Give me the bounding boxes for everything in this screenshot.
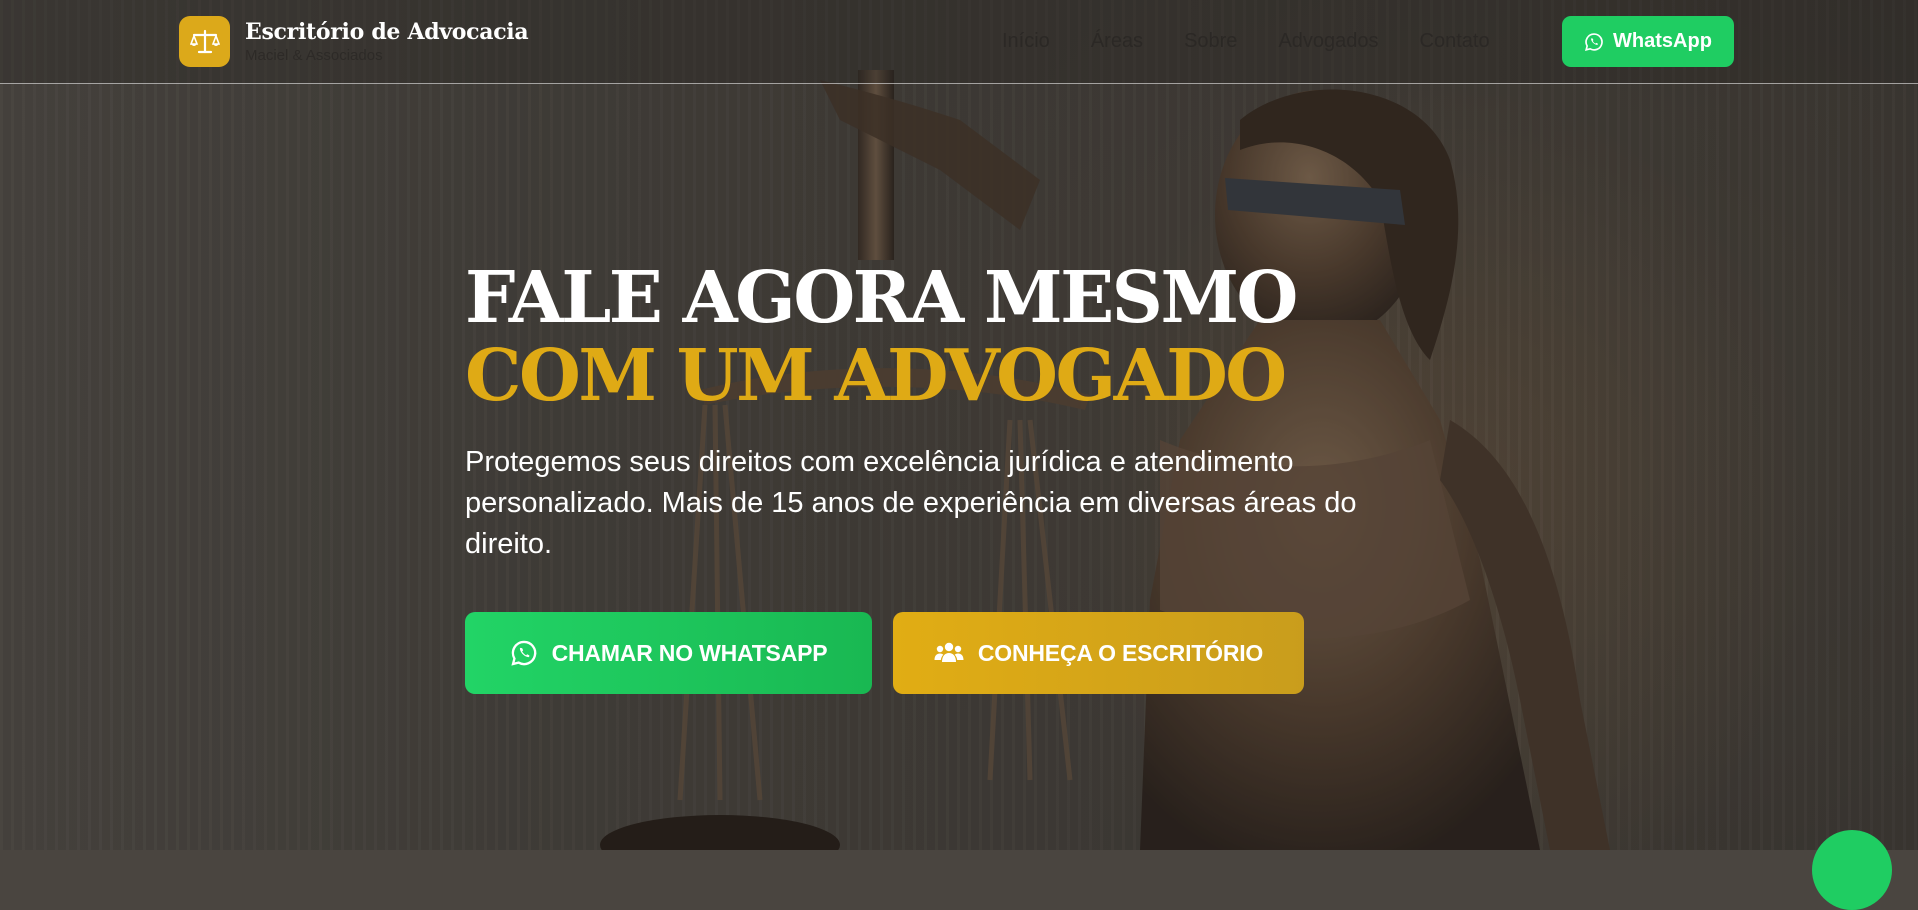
hero-title: FALE AGORA MESMO COM UM ADVOGADO <box>465 258 1425 414</box>
scales-icon <box>179 16 230 67</box>
conheca-escritorio-button[interactable]: CONHEÇA O ESCRITÓRIO <box>893 612 1304 694</box>
hero-cta-group: CHAMAR NO WHATSAPP CONHEÇA O ESCRITÓRIO <box>465 612 1425 694</box>
brand-title: Escritório de Advocacia <box>245 18 529 45</box>
chamar-whatsapp-button[interactable]: CHAMAR NO WHATSAPP <box>465 612 872 694</box>
header-whatsapp-button[interactable]: WhatsApp <box>1562 16 1734 67</box>
nav-link-areas[interactable]: Áreas <box>1091 27 1143 55</box>
nav-link-inicio[interactable]: Início <box>1002 27 1050 55</box>
main-nav: Início Áreas Sobre Advogados Contato <box>1002 27 1531 55</box>
hero-title-line2: COM UM ADVOGADO <box>465 333 1287 417</box>
site-header: Escritório de Advocacia Maciel & Associa… <box>0 0 1918 84</box>
nav-link-sobre[interactable]: Sobre <box>1184 27 1237 55</box>
nav-link-advogados[interactable]: Advogados <box>1278 27 1378 55</box>
hero-title-line1: FALE AGORA MESMO <box>465 255 1298 339</box>
hero-section: FALE AGORA MESMO COM UM ADVOGADO Protege… <box>465 258 1425 694</box>
header-whatsapp-label: WhatsApp <box>1613 30 1712 52</box>
conheca-escritorio-label: CONHEÇA O ESCRITÓRIO <box>977 639 1264 666</box>
whatsapp-icon <box>510 640 536 666</box>
chamar-whatsapp-label: CHAMAR NO WHATSAPP <box>551 639 828 666</box>
floating-whatsapp-button[interactable] <box>1812 830 1892 910</box>
nav-link-contato[interactable]: Contato <box>1420 27 1490 55</box>
brand[interactable]: Escritório de Advocacia Maciel & Associa… <box>179 16 529 67</box>
whatsapp-icon <box>1585 32 1603 51</box>
users-icon <box>934 642 964 662</box>
hero-lead: Protegemos seus direitos com excelência … <box>465 446 1357 560</box>
brand-subtitle: Maciel & Associados <box>245 46 383 64</box>
